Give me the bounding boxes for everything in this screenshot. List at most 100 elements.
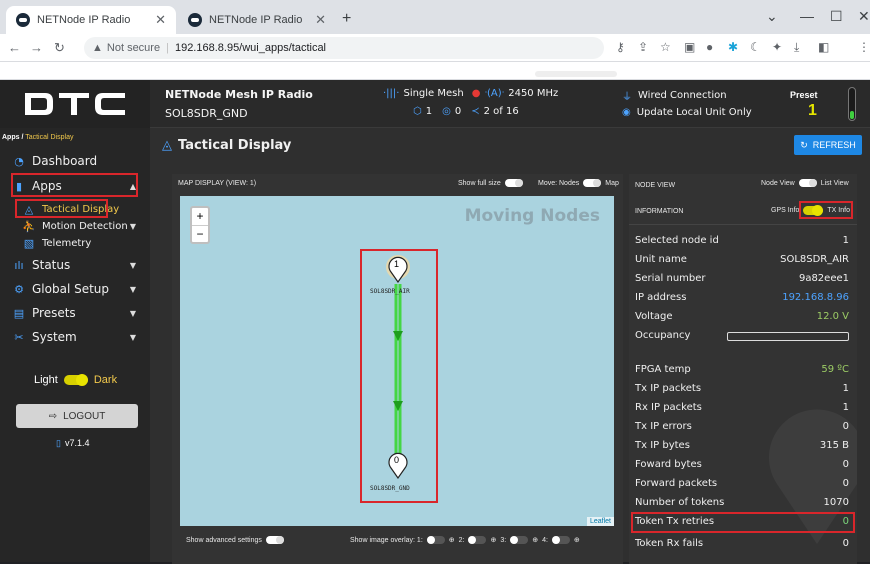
show-full-toggle[interactable] <box>504 179 523 187</box>
highlight-box <box>11 173 138 197</box>
advanced-toggle[interactable] <box>265 536 284 544</box>
map-label: Map <box>605 179 619 187</box>
info-row-value: 315 B <box>819 440 849 451</box>
back-button[interactable]: ← <box>8 40 21 55</box>
show-full-label: Show full size <box>458 179 501 187</box>
bookmark-star-icon[interactable]: ☆ <box>660 40 671 54</box>
signal-icon: ·|||· <box>383 88 400 99</box>
count-c: 2 of 16 <box>483 106 519 117</box>
crosshair-icon[interactable]: ⊕ <box>490 536 496 544</box>
browser-tab-1[interactable]: NETNode IP Radio ✕ <box>6 6 176 34</box>
breadcrumb-current: Tactical Display <box>25 134 74 141</box>
download-icon[interactable]: ⤓ <box>794 40 799 55</box>
advanced-settings-option[interactable]: Show advanced settings <box>186 536 284 544</box>
extension-icon[interactable]: ▣ <box>684 40 695 54</box>
node-top-number: 1 <box>394 259 400 269</box>
overlay-3-toggle[interactable] <box>510 536 529 544</box>
update-local-option[interactable]: ◉ Update Local Unit Only <box>622 107 752 118</box>
sidebar-item-global-setup[interactable]: ⚙ Global Setup ▼ <box>0 278 150 300</box>
motion-icon: ⛹ <box>22 219 36 233</box>
new-tab-button[interactable]: + <box>342 10 351 28</box>
info-row: Occupancy <box>635 330 849 341</box>
reload-button[interactable]: ↻ <box>54 40 65 56</box>
view-mode-switch[interactable]: Node View List View <box>761 179 849 187</box>
count-b: 0 <box>454 106 462 117</box>
move-mode-option[interactable]: Move: Nodes Map <box>538 179 619 187</box>
info-row: Serial number 9a82eee1 <box>635 273 849 284</box>
minimize-button[interactable]: — <box>800 8 814 24</box>
overlay-4-toggle[interactable] <box>551 536 570 544</box>
refresh-label: REFRESH <box>812 140 856 150</box>
refresh-button[interactable]: ↻ REFRESH <box>794 135 862 155</box>
preset-value: 1 <box>808 102 817 119</box>
crosshair-icon[interactable]: ⊕ <box>574 536 580 544</box>
logout-button[interactable]: ⇨ LOGOUT <box>16 404 138 428</box>
info-row-label: Selected node id <box>635 235 719 246</box>
info-row-value: 0 <box>842 421 849 432</box>
sidebar-item-dashboard[interactable]: ◔ Dashboard <box>0 150 150 172</box>
crosshair-icon[interactable]: ⊕ <box>532 536 538 544</box>
signal-icon: ılı <box>14 258 24 272</box>
extension-icon[interactable]: ✱ <box>728 40 738 54</box>
overlay-label: Show image overlay: 1: <box>350 536 423 544</box>
leaflet-attribution-link[interactable]: Leaflet <box>586 517 614 526</box>
share-icon[interactable]: ⇪ <box>638 40 648 54</box>
close-tab-icon[interactable]: ✕ <box>315 12 326 28</box>
browser-menu-icon[interactable]: ⋮ <box>858 40 870 54</box>
telemetry-icon: ▧ <box>23 236 35 250</box>
dtc-logo[interactable] <box>0 80 150 128</box>
close-tab-icon[interactable]: ✕ <box>155 12 166 28</box>
preset-level-indicator <box>848 87 856 121</box>
sidebar-item-label: Presets <box>32 306 76 320</box>
info-row: IP address 192.168.8.96 <box>635 292 849 303</box>
sidepanel-icon[interactable]: ◧ <box>818 40 829 54</box>
sidebar-item-label: Dashboard <box>32 154 98 168</box>
info-row-label: Serial number <box>635 273 706 284</box>
gear-icon: ⚙ <box>14 282 24 296</box>
maximize-button[interactable]: ☐ <box>830 8 843 25</box>
share-nodes-icon: ≺ <box>471 106 480 117</box>
browser-tab-strip: NETNode IP Radio ✕ NETNode IP Radio ✕ + … <box>0 0 870 34</box>
node-view-label: Node View <box>761 179 795 187</box>
map-canvas[interactable]: + − Moving Nodes 1 SOL8SDR_AIR 0 SOL8SDR… <box>180 196 614 526</box>
sidebar-item-telemetry[interactable]: ▧ Telemetry <box>0 235 150 251</box>
view-mode-toggle[interactable] <box>798 179 817 187</box>
forward-button[interactable]: → <box>30 40 43 55</box>
logout-label: LOGOUT <box>63 410 106 422</box>
theme-toggle[interactable] <box>63 374 88 386</box>
crosshair-icon[interactable]: ⊕ <box>449 536 455 544</box>
move-toggle[interactable] <box>583 179 602 187</box>
extensions-puzzle-icon[interactable]: ✦ <box>772 40 782 54</box>
info-row: Foward bytes 0 <box>635 459 849 470</box>
gps-info-label: GPS Info <box>771 207 800 214</box>
overlay-1-toggle[interactable] <box>426 536 445 544</box>
top-header: NETNode Mesh IP Radio SOL8SDR_GND ·|||· … <box>0 80 870 128</box>
address-field[interactable]: ▲ Not secure | 192.168.8.95/wui_apps/tac… <box>84 37 604 59</box>
theme-switch[interactable]: Light Dark <box>34 374 117 386</box>
chevron-down-icon[interactable]: ⌄ <box>766 8 778 25</box>
ip-address-link[interactable]: 192.168.8.96 <box>782 292 849 303</box>
site-favicon-icon <box>16 13 30 27</box>
info-row-label: Token Rx fails <box>635 538 704 549</box>
node-view-header: NODE VIEW <box>635 182 676 189</box>
info-row: Unit name SOL8SDR_AIR <box>635 254 849 265</box>
info-row: Number of tokens 1070 <box>635 497 849 508</box>
extension-icon[interactable]: ● <box>706 40 713 54</box>
image-overlay-options: Show image overlay: 1: ⊕ 2: ⊕ 3: ⊕ 4: ⊕ <box>350 536 580 544</box>
close-window-button[interactable]: ✕ <box>858 8 870 25</box>
extension-icon[interactable]: ☾ <box>750 40 761 54</box>
sidebar-item-label: Telemetry <box>42 237 92 249</box>
sidebar: Apps / Tactical Display ◔ Dashboard ▮ Apps… <box>0 128 150 562</box>
node-top-label: SOL8SDR_AIR <box>370 288 410 295</box>
scroll-indicator <box>535 71 617 77</box>
show-full-size-option[interactable]: Show full size <box>458 179 523 187</box>
breadcrumb-root[interactable]: Apps / <box>2 134 23 141</box>
sidebar-item-motion-detection[interactable]: ⛹ Motion Detection ▼ <box>0 218 150 234</box>
overlay-2-toggle[interactable] <box>468 536 487 544</box>
sidebar-item-status[interactable]: ılı Status ▼ <box>0 254 150 276</box>
sidebar-item-presets[interactable]: ▤ Presets ▼ <box>0 302 150 324</box>
key-icon[interactable]: ⚷ <box>616 40 625 54</box>
browser-tab-2[interactable]: NETNode IP Radio ✕ <box>178 6 336 34</box>
info-row-value: 0 <box>842 459 849 470</box>
sidebar-item-system[interactable]: ✂ System ▼ <box>0 326 150 348</box>
